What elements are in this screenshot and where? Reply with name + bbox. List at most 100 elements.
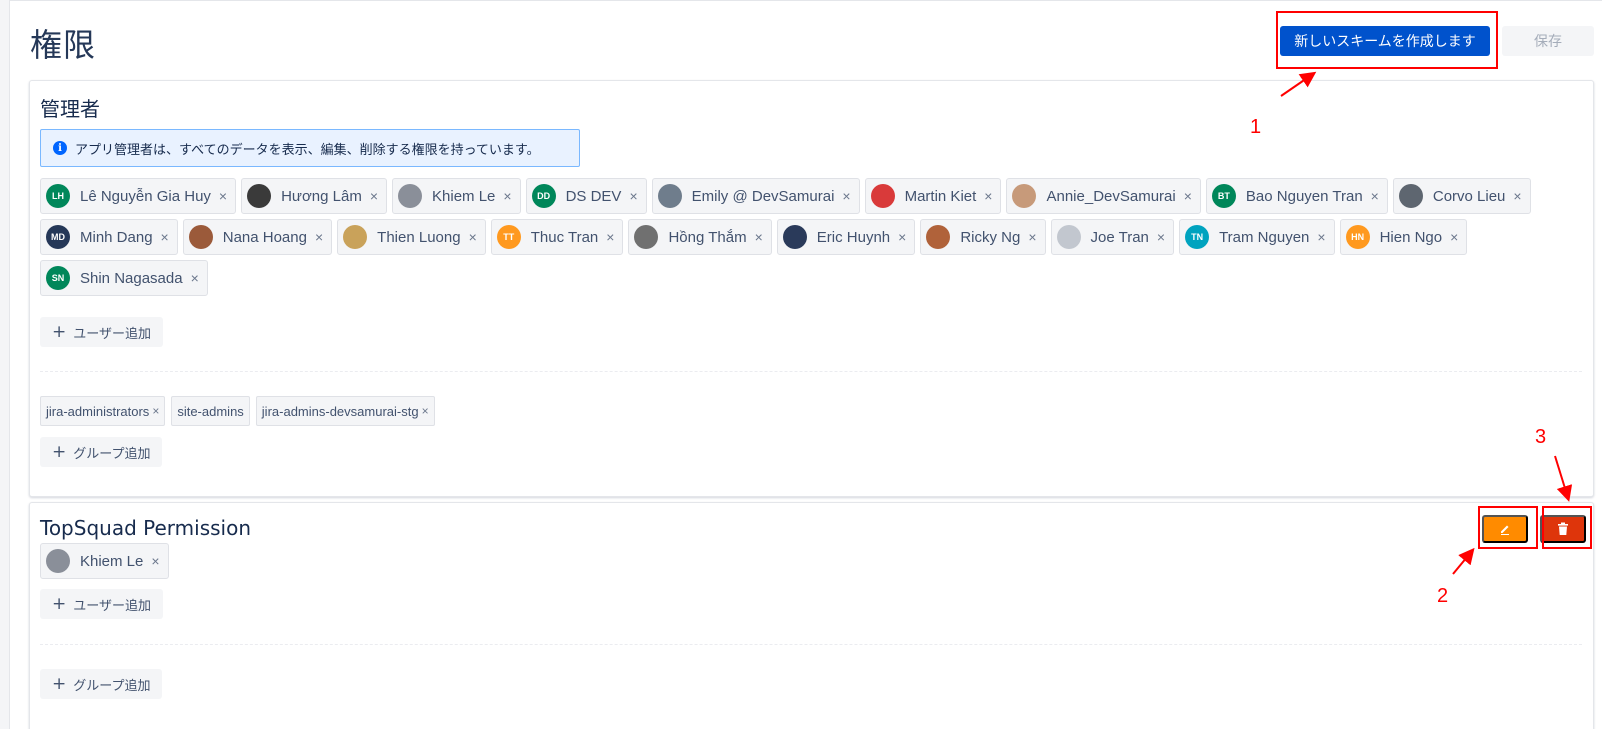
user-chip: Corvo Lieu × [1392, 178, 1531, 214]
remove-user-close-icon[interactable]: × [755, 229, 763, 245]
user-chip: Hồng Thắm × [628, 219, 772, 255]
group-name: jira-admins-devsamurai-stg [261, 403, 419, 419]
user-avatar: TT [496, 225, 521, 249]
user-avatar [657, 184, 682, 208]
remove-user-close-icon[interactable]: × [469, 229, 477, 245]
user-name: Hồng Thắm [668, 228, 747, 246]
user-avatar [634, 225, 659, 249]
annotation-box-delete [1542, 506, 1592, 549]
remove-group-close-icon[interactable]: × [152, 404, 159, 418]
remove-user-close-icon[interactable]: × [191, 270, 199, 286]
remove-user-close-icon[interactable]: × [219, 188, 227, 204]
user-avatar [1056, 225, 1081, 249]
remove-user-close-icon[interactable]: × [1184, 188, 1192, 204]
user-chip: SN Shin Nagasada × [40, 260, 208, 296]
user-name: Khiem Le [80, 552, 144, 570]
annotation-label-3: 3 [1535, 426, 1547, 448]
topsquad-add-user-button[interactable]: + ユーザー追加 [40, 589, 163, 619]
remove-user-close-icon[interactable]: × [1157, 229, 1165, 245]
remove-user-close-icon[interactable]: × [1028, 229, 1036, 245]
user-chip: MD Minh Dang × [40, 219, 178, 255]
admin-permission-card: 管理者 i アプリ管理者は、すべてのデータを表示、編集、削除する権限を持っていま… [29, 80, 1594, 497]
user-chip: Emily @ DevSamurai × [651, 178, 860, 214]
user-avatar: TN [1185, 225, 1210, 249]
annotation-label-1: 1 [1250, 116, 1262, 138]
plus-icon: + [52, 593, 67, 614]
group-chip: site-admins [171, 396, 250, 426]
user-name: Joe Tran [1090, 228, 1149, 246]
user-chip: Hương Lâm × [241, 178, 388, 214]
user-avatar: HN [1345, 225, 1370, 249]
remove-user-close-icon[interactable]: × [1450, 229, 1458, 245]
remove-user-close-icon[interactable]: × [1513, 188, 1521, 204]
user-avatar: BT [1211, 184, 1236, 208]
remove-user-close-icon[interactable]: × [161, 229, 169, 245]
user-avatar [1012, 184, 1037, 208]
topsquad-user-list: Khiem Le × [40, 543, 169, 579]
user-name: Hương Lâm [281, 187, 362, 205]
user-name: Shin Nagasada [80, 269, 183, 287]
remove-user-close-icon[interactable]: × [1371, 188, 1379, 204]
save-button[interactable]: 保存 [1502, 26, 1594, 56]
admin-section-title: 管理者 [40, 97, 100, 121]
remove-user-close-icon[interactable]: × [151, 553, 159, 569]
user-avatar: MD [46, 225, 70, 249]
remove-user-close-icon[interactable]: × [503, 188, 511, 204]
annotation-box-edit [1478, 506, 1538, 549]
user-name: Martin Kiet [904, 187, 977, 205]
user-chip: Khiem Le × [40, 543, 169, 579]
user-chip: Eric Huynh × [776, 219, 916, 255]
user-avatar [343, 225, 368, 249]
user-name: Thuc Tran [530, 228, 599, 246]
user-chip: DD DS DEV × [525, 178, 647, 214]
remove-user-close-icon[interactable]: × [606, 229, 614, 245]
user-chip: HN Hien Ngo × [1339, 219, 1468, 255]
user-name: Hien Ngo [1379, 228, 1443, 246]
left-strip [0, 0, 10, 729]
section-divider [40, 644, 1582, 645]
group-name: site-admins [177, 403, 244, 419]
admin-add-group-button[interactable]: + グループ追加 [40, 437, 163, 467]
group-name: jira-administrators [46, 403, 150, 419]
user-chip: Martin Kiet × [864, 178, 1002, 214]
user-name: Khiem Le [432, 187, 496, 205]
user-name: Minh Dang [80, 228, 153, 246]
user-avatar [926, 225, 951, 249]
user-avatar [188, 225, 213, 249]
admin-info-message: i アプリ管理者は、すべてのデータを表示、編集、削除する権限を持っています。 [40, 129, 580, 167]
remove-user-close-icon[interactable]: × [984, 188, 992, 204]
remove-user-close-icon[interactable]: × [1317, 229, 1325, 245]
section-divider [40, 371, 1582, 372]
user-name: DS DEV [565, 187, 622, 205]
remove-user-close-icon[interactable]: × [842, 188, 850, 204]
user-name: Bao Nguyen Tran [1245, 187, 1363, 205]
user-chip: Thien Luong × [337, 219, 486, 255]
user-chip: TT Thuc Tran × [490, 219, 624, 255]
user-avatar [782, 225, 807, 249]
topsquad-add-user-label: ユーザー追加 [73, 598, 151, 614]
user-avatar: SN [46, 266, 70, 290]
user-name: Lê Nguyễn Gia Huy [80, 187, 211, 205]
remove-user-close-icon[interactable]: × [370, 188, 378, 204]
user-name: Eric Huynh [816, 228, 891, 246]
user-name: Emily @ DevSamurai [691, 187, 835, 205]
annotation-box-create [1276, 11, 1498, 69]
remove-user-close-icon[interactable]: × [898, 229, 906, 245]
topsquad-add-group-label: グループ追加 [73, 678, 151, 694]
user-name: Nana Hoang [222, 228, 307, 246]
remove-user-close-icon[interactable]: × [629, 188, 637, 204]
admin-add-user-button[interactable]: + ユーザー追加 [40, 317, 163, 347]
user-chip: Ricky Ng × [920, 219, 1046, 255]
user-name: Annie_DevSamurai [1046, 187, 1176, 205]
topsquad-section-title: TopSquad Permission [40, 516, 251, 540]
user-avatar [398, 184, 423, 208]
topsquad-add-group-button[interactable]: + グループ追加 [40, 669, 163, 699]
remove-group-close-icon[interactable]: × [422, 404, 429, 418]
plus-icon: + [52, 673, 67, 694]
user-chip: BT Bao Nguyen Tran × [1205, 178, 1388, 214]
user-avatar [247, 184, 272, 208]
remove-user-close-icon[interactable]: × [315, 229, 323, 245]
admin-add-group-label: グループ追加 [73, 446, 151, 462]
user-avatar [870, 184, 895, 208]
admin-add-user-label: ユーザー追加 [73, 326, 151, 342]
